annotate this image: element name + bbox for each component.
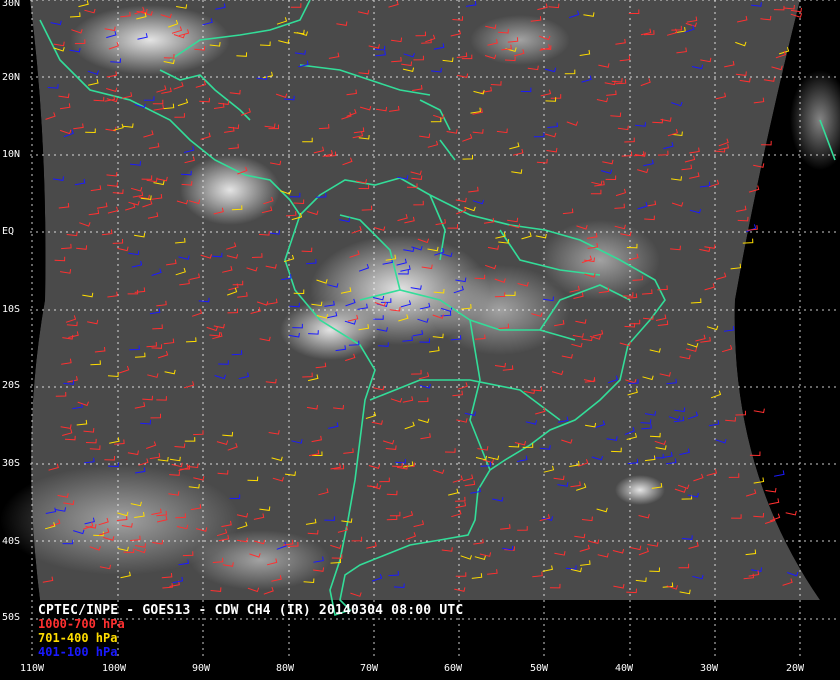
legend-high-level: 401-100 hPa xyxy=(38,645,118,659)
lat-label-30n: 30N xyxy=(2,0,21,9)
lat-label-40s: 40S xyxy=(2,536,21,547)
lon-label-100w: 100W xyxy=(102,663,127,674)
lat-label-10n: 10N xyxy=(2,149,21,160)
lat-label-50s: 50S xyxy=(2,612,21,623)
lat-label-30s: 30S xyxy=(2,458,21,469)
lon-label-40w: 40W xyxy=(615,663,634,674)
legend-low-level: 1000-700 hPa xyxy=(38,617,125,631)
map-canvas xyxy=(0,0,840,660)
lat-label-10s: 10S xyxy=(2,304,21,315)
lon-label-60w: 60W xyxy=(444,663,463,674)
satellite-map: 30N 20N 10N EQ 10S 20S 30S 40S 50S 110W … xyxy=(0,0,840,680)
lon-label-20w: 20W xyxy=(786,663,805,674)
lon-label-30w: 30W xyxy=(700,663,719,674)
lon-label-70w: 70W xyxy=(360,663,379,674)
lon-label-80w: 80W xyxy=(276,663,295,674)
product-caption: CPTEC/INPE - GOES13 - CDW CH4 (IR) 20140… xyxy=(38,603,464,618)
lat-label-20n: 20N xyxy=(2,72,21,83)
lat-label-20s: 20S xyxy=(2,380,21,391)
lon-label-90w: 90W xyxy=(192,663,211,674)
lon-label-50w: 50W xyxy=(530,663,549,674)
legend-mid-level: 701-400 hPa xyxy=(38,631,118,645)
lon-label-110w: 110W xyxy=(20,663,45,674)
lat-label-eq: EQ xyxy=(2,226,15,237)
